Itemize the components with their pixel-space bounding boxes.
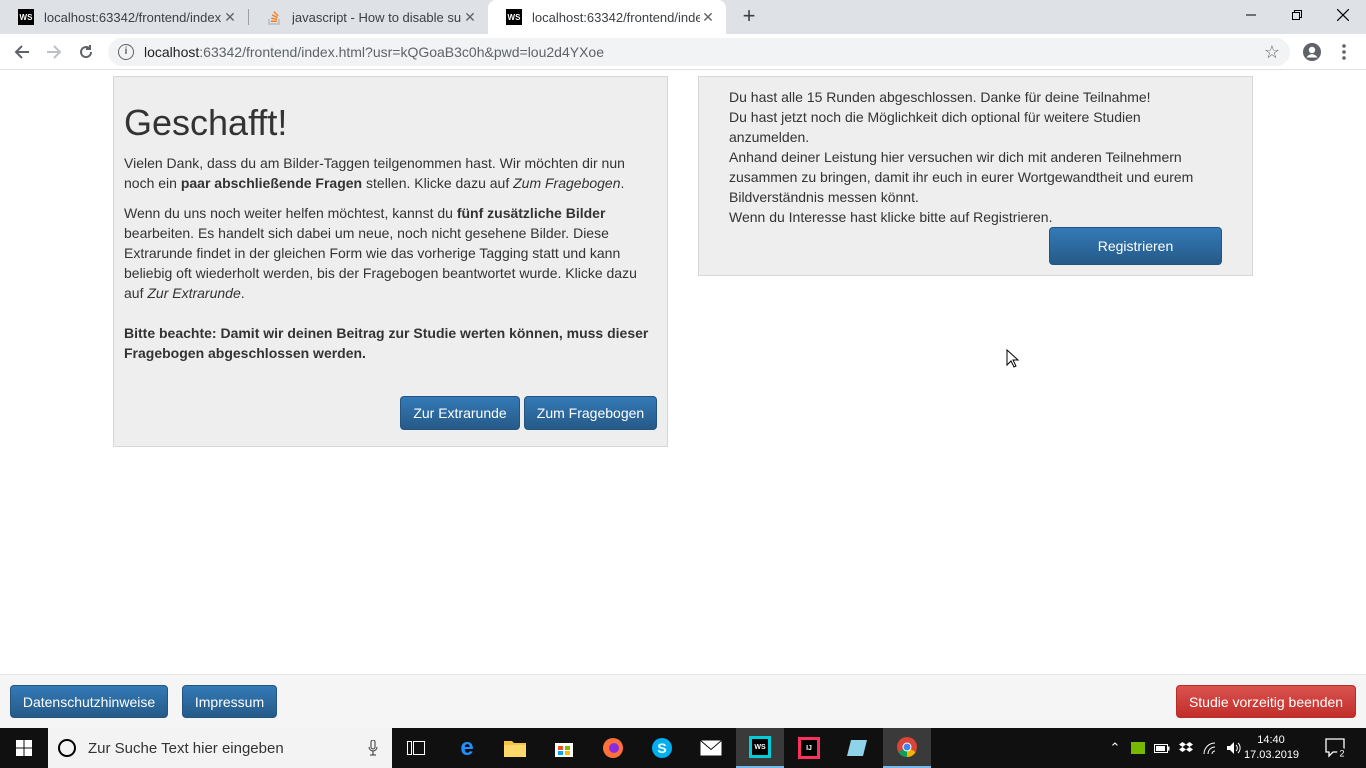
chevron-up-icon[interactable]: ⌃	[1104, 728, 1126, 768]
webstorm-taskbar-icon[interactable]: WS	[736, 728, 784, 768]
taskbar-search[interactable]: Zur Suche Text hier eingeben	[48, 728, 392, 768]
volume-icon[interactable]	[1224, 728, 1246, 768]
completion-panel: Geschafft! Vielen Dank, dass du am Bilde…	[113, 76, 668, 447]
info-icon[interactable]: i	[118, 44, 134, 60]
profile-icon[interactable]	[1300, 40, 1324, 64]
search-placeholder: Zur Suche Text hier eingeben	[88, 739, 284, 757]
close-icon[interactable]: ✕	[462, 9, 478, 25]
skype-icon[interactable]: S	[638, 728, 686, 768]
tab-title: localhost:63342/frontend/index.h	[44, 9, 222, 25]
windows-taskbar: Zur Suche Text hier eingeben e S WS IJ ⌃	[0, 728, 1366, 768]
tab-title: javascript - How to disable subm	[292, 9, 462, 25]
notification-center-icon[interactable]: 2	[1316, 728, 1356, 768]
new-tab-button[interactable]: +	[738, 5, 760, 28]
clock-time: 14:40	[1257, 734, 1285, 746]
text-italic: Zur Extrarunde	[147, 284, 241, 301]
svg-text:IJ: IJ	[806, 745, 812, 752]
webstorm-icon: WS	[18, 9, 34, 25]
extra-round-button[interactable]: Zur Extrarunde	[400, 396, 520, 430]
restore-icon[interactable]	[1274, 0, 1320, 30]
mail-icon[interactable]	[687, 728, 735, 768]
svg-text:S: S	[657, 740, 666, 756]
battery-icon[interactable]	[1152, 728, 1172, 768]
notes-app-icon[interactable]	[834, 728, 882, 768]
register-button[interactable]: Registrieren	[1049, 227, 1222, 265]
chrome-taskbar-icon[interactable]	[883, 728, 931, 768]
close-icon[interactable]: ✕	[700, 9, 716, 25]
tab-3-active[interactable]: WS localhost:63342/frontend/index.h ✕	[488, 0, 726, 34]
windows-start-icon[interactable]	[0, 728, 48, 768]
menu-kebab-icon[interactable]	[1332, 40, 1356, 64]
imprint-button[interactable]: Impressum	[182, 685, 277, 718]
clock-date: 17.03.2019	[1244, 749, 1300, 761]
text: stellen. Klicke dazu auf	[362, 174, 514, 191]
text-bold: paar abschließende Fragen	[180, 174, 363, 191]
reload-icon[interactable]	[74, 40, 98, 64]
register-prompt-text: Wenn du Interesse hast klicke bitte auf …	[729, 209, 1053, 225]
thanks-paragraph: Vielen Dank, dass du am Bilder-Taggen te…	[124, 153, 657, 193]
url-host: localhost	[144, 44, 200, 60]
tab-title: localhost:63342/frontend/index.h	[532, 9, 700, 25]
stackoverflow-icon	[268, 11, 280, 25]
browser-tab-strip: WS localhost:63342/frontend/index.h ✕ ja…	[0, 0, 1366, 34]
minimize-icon[interactable]	[1228, 0, 1274, 30]
dropbox-icon[interactable]	[1176, 728, 1196, 768]
wifi-icon[interactable]	[1200, 728, 1222, 768]
optional-studies-text: Du hast jetzt noch die Möglichkeit dich …	[729, 109, 1141, 145]
close-icon[interactable]: ✕	[222, 9, 238, 25]
text: .	[240, 284, 245, 301]
address-bar[interactable]: i localhost:63342/frontend/index.html?us…	[108, 38, 1290, 66]
cortana-icon	[58, 739, 76, 757]
notice-text: Bitte beachte: Damit wir deinen Beitrag …	[124, 324, 649, 361]
url-path: :63342/frontend/index.html?usr=kQGoaB3c0…	[199, 44, 604, 60]
task-view-icon[interactable]	[392, 728, 440, 768]
privacy-button[interactable]: Datenschutzhinweise	[10, 685, 168, 718]
quit-study-button[interactable]: Studie vorzeitig beenden	[1176, 685, 1356, 718]
notification-count: 2	[1339, 749, 1344, 759]
rounds-completed-text: Du hast alle 15 Runden abgeschlossen. Da…	[729, 89, 1151, 105]
back-arrow-icon[interactable]	[10, 40, 34, 64]
file-explorer-icon[interactable]	[491, 728, 539, 768]
webstorm-icon: WS	[506, 9, 522, 25]
taskbar-clock[interactable]: 14:40 17.03.2019	[1244, 728, 1300, 768]
firefox-icon[interactable]	[589, 728, 637, 768]
nvidia-icon[interactable]	[1128, 728, 1148, 768]
close-window-icon[interactable]	[1320, 0, 1366, 30]
store-icon[interactable]	[540, 728, 588, 768]
tab-1[interactable]: WS localhost:63342/frontend/index.h ✕	[0, 0, 248, 34]
text: Wenn du uns noch weiter helfen möchtest,…	[124, 204, 457, 221]
forward-arrow-icon[interactable]	[42, 40, 66, 64]
browser-toolbar: i localhost:63342/frontend/index.html?us…	[0, 34, 1366, 70]
matching-text: Anhand deiner Leistung hier versuchen wi…	[729, 149, 1194, 205]
text: .	[620, 174, 625, 191]
microphone-icon[interactable]	[368, 740, 378, 756]
edge-browser-icon[interactable]: e	[443, 728, 491, 768]
text-bold: fünf zusätzliche Bilder	[456, 204, 606, 221]
page-title: Geschafft!	[124, 102, 288, 143]
questionnaire-button[interactable]: Zum Fragebogen	[524, 396, 657, 430]
text-italic: Zum Fragebogen	[513, 174, 621, 191]
extra-round-paragraph: Wenn du uns noch weiter helfen möchtest,…	[124, 203, 657, 303]
tab-2[interactable]: javascript - How to disable subm ✕	[248, 0, 488, 34]
mouse-cursor-icon	[1006, 349, 1020, 368]
bookmark-star-icon[interactable]: ☆	[1264, 42, 1280, 63]
svg-text:WS: WS	[754, 744, 766, 751]
intellij-icon[interactable]: IJ	[785, 728, 833, 768]
